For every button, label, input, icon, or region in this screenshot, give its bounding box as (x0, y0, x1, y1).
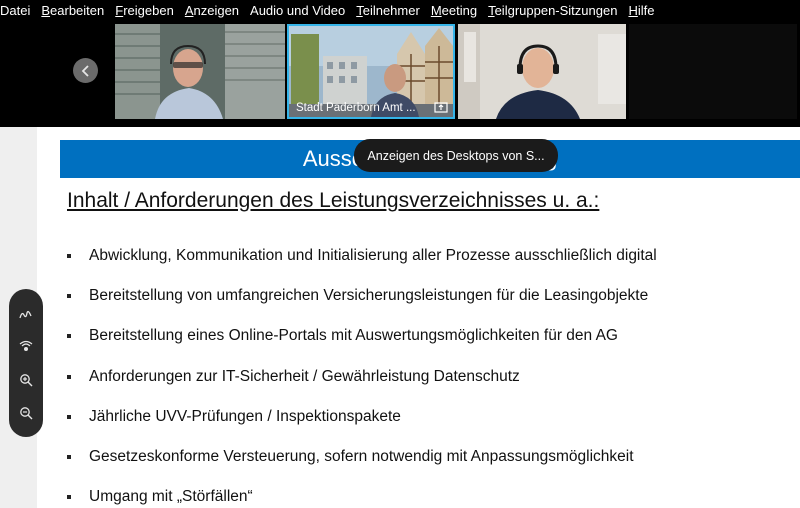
chevron-left-icon (81, 64, 89, 77)
menu-audio-video[interactable]: Audio und Video (250, 3, 345, 18)
menu-teilnehmer[interactable]: Teilnehmer (356, 3, 420, 18)
zoom-out-button[interactable] (15, 402, 37, 424)
video-tile-participant-3[interactable] (458, 24, 626, 119)
menu-bearbeiten[interactable]: Bearbeiten (41, 3, 104, 18)
zoom-in-button[interactable] (15, 369, 37, 391)
zoom-meeting-window: Datei Bearbeiten Freigeben Anzeigen Audi… (0, 0, 800, 508)
bullet-item: Jährliche UVV-Prüfungen / Inspektionspak… (65, 400, 657, 440)
zoom-in-icon (20, 373, 33, 386)
bullet-marker (67, 414, 71, 419)
pen-icon (19, 310, 32, 318)
slide-heading: Inhalt / Anforderungen des Leistungsverz… (67, 189, 600, 212)
bullet-marker (67, 334, 71, 339)
participant-video-1 (115, 24, 285, 119)
presentation-slide: Ausschreibung IT-Leasing Inhalt / Anford… (37, 127, 800, 508)
spotlight-icon (19, 340, 33, 351)
slide-bullet-list: Abwicklung, Kommunikation und Initialisi… (65, 239, 657, 508)
zoom-out-icon (20, 406, 33, 419)
previous-videos-button[interactable] (73, 58, 98, 83)
bullet-marker (67, 454, 71, 459)
bullet-item: Umgang mit „Störfällen“ (65, 480, 657, 508)
video-tile-participant-1[interactable] (115, 24, 285, 119)
menu-bar: Datei Bearbeiten Freigeben Anzeigen Audi… (0, 0, 800, 20)
participant-video-3 (458, 24, 626, 119)
menu-freigeben[interactable]: Freigeben (115, 3, 174, 18)
bullet-marker (67, 495, 71, 500)
bullet-marker (67, 254, 71, 258)
bullet-item: Gesetzeskonforme Versteuerung, sofern no… (65, 440, 657, 480)
menu-teilgruppen-sitzungen[interactable]: Teilgruppen-Sitzungen (488, 3, 617, 18)
bullet-item: Abwicklung, Kommunikation und Initialisi… (65, 239, 657, 279)
menu-meeting[interactable]: Meeting (431, 3, 477, 18)
active-tile-name: Stadt Paderborn Amt ... (296, 102, 416, 114)
bullet-marker (67, 374, 71, 379)
bullet-marker (67, 294, 71, 299)
bullet-item: Anforderungen zur IT-Sicherheit / Gewähr… (65, 360, 657, 400)
menu-datei[interactable]: Datei (0, 3, 30, 18)
menu-anzeigen[interactable]: Anzeigen (185, 3, 239, 18)
sharing-indicator-tooltip: Anzeigen des Desktops von S... (354, 139, 558, 172)
bullet-item: Bereitstellung von umfangreichen Versich… (65, 279, 657, 319)
screen-share-icon (434, 102, 448, 113)
pen-tool-button[interactable] (15, 303, 37, 325)
shared-screen-area: Ausschreibung IT-Leasing Inhalt / Anford… (0, 127, 800, 508)
video-tile-active-speaker[interactable]: Stadt Paderborn Amt ... (287, 24, 455, 119)
annotation-toolbar (9, 289, 43, 437)
video-strip: Stadt Paderborn Amt ... (0, 20, 800, 145)
menu-hilfe[interactable]: Hilfe (628, 3, 654, 18)
spotlight-tool-button[interactable] (15, 336, 37, 358)
video-tile-participant-4[interactable] (629, 24, 797, 119)
bullet-item: Bereitstellung eines Online-Portals mit … (65, 319, 657, 359)
